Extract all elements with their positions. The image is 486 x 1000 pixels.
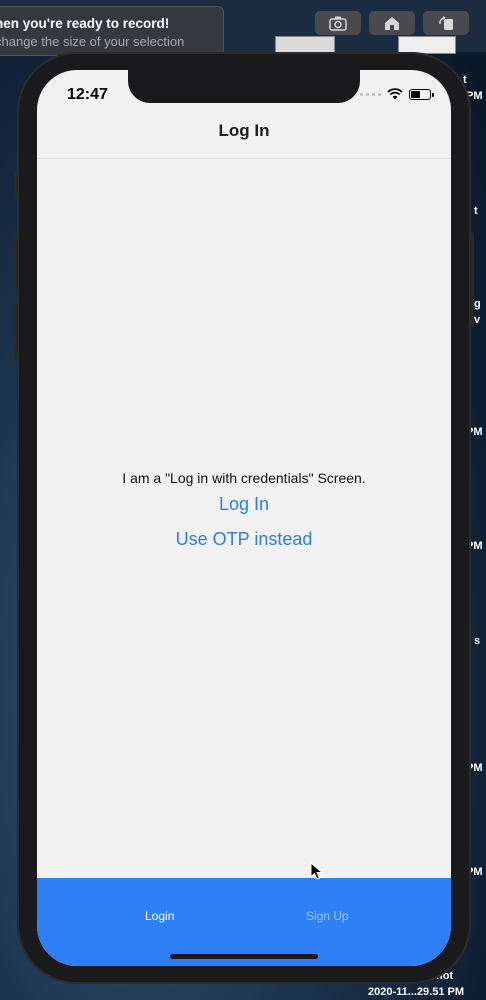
iphone-simulator: 12:47 Log In I am a "Log in with credent… [14,52,474,984]
screenshot-button[interactable] [315,11,361,35]
tab-login[interactable]: Login [145,909,174,923]
desktop-file-label: v [474,314,481,326]
use-otp-button[interactable]: Use OTP instead [37,529,451,550]
volume-down-button [14,302,18,360]
app-screen: 12:47 Log In I am a "Log in with credent… [37,70,451,966]
volume-up-button [14,232,18,290]
tab-sign-up[interactable]: Sign Up [306,909,349,923]
screen-description: I am a "Log in with credentials" Screen. [122,470,366,486]
desktop-file-label: s [474,635,481,647]
navigation-header: Log In [37,103,451,159]
status-time: 12:47 [67,86,108,103]
log-in-button[interactable]: Log In [37,494,451,515]
home-icon [385,17,399,30]
home-indicator [170,954,318,959]
mouse-cursor-icon [310,862,324,880]
page-title: Log In [218,120,270,140]
login-content: I am a "Log in with credentials" Screen.… [37,470,451,564]
record-hint-title: hen you're ready to record! [0,16,170,31]
home-button[interactable] [369,11,415,35]
record-hint-subtitle: change the size of your selection [0,34,185,49]
desktop-file-label: t [474,205,478,217]
desktop-file-caption[interactable]: 2020-11...29.51 PM [368,986,464,998]
rotate-icon [439,16,453,30]
desktop-file-label: g [474,298,481,310]
silent-switch [14,170,18,200]
bottom-tab-bar: Login Sign Up [37,878,451,966]
notch [128,70,360,103]
wifi-icon [387,88,403,100]
status-icons [360,88,434,100]
battery-icon [409,88,434,100]
rotate-button[interactable] [423,11,469,35]
power-button [470,232,474,327]
screenshot-icon [329,16,347,31]
record-hint-popup: hen you're ready to record! change the s… [0,6,224,56]
signal-icon [360,92,381,96]
